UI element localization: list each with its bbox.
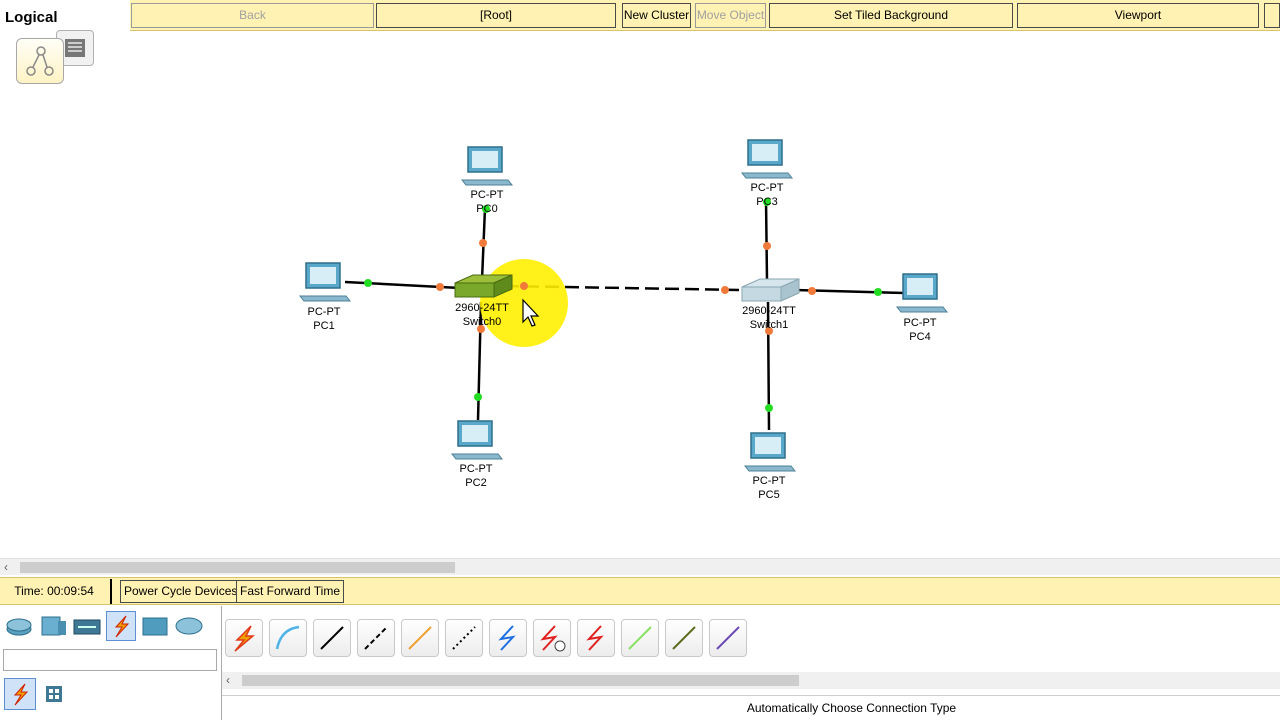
octal-icon[interactable] [621,619,659,657]
connections-icon[interactable] [106,611,136,641]
coaxial-icon[interactable] [489,619,527,657]
new-cluster-button[interactable]: New Cluster [622,3,691,28]
phone-icon[interactable] [445,619,483,657]
tiled-background-button[interactable]: Set Tiled Background [769,3,1013,28]
switch0-model: 2960-24TT [455,302,509,314]
pc0-label: PC-PT PC0 [447,188,527,216]
iot-custom-icon[interactable] [665,619,703,657]
connection-type-panel: ‹ Automatically Choose Connection Type [221,606,1280,720]
switch1-model: 2960-24TT [742,305,796,317]
pc2-name: PC2 [465,477,487,489]
device-search-input[interactable] [3,649,217,671]
pc0-name: PC0 [476,203,498,215]
status-divider [110,579,112,604]
viewport-button[interactable]: Viewport [1017,3,1259,28]
switches-icon[interactable] [38,611,68,641]
move-object-button[interactable]: Move Object [695,3,766,28]
pc4-model: PC-PT [903,317,937,329]
serial-dte-icon[interactable] [577,619,615,657]
pc4-label: PC-PT PC4 [880,316,960,344]
root-button[interactable]: [Root] [376,3,616,28]
pc4-icon [895,273,949,313]
pc1-name: PC1 [313,320,335,332]
pc1-label: PC-PT PC1 [284,305,364,333]
fast-forward-button[interactable]: Fast Forward Time [236,580,345,603]
realtime-status-bar: Time: 00:09:54 Power Cycle Devices Fast … [0,577,1280,605]
connection-scrollbar[interactable]: ‹ [222,672,1280,689]
copper-cross-over-icon[interactable] [357,619,395,657]
switch1-name: Switch1 [749,319,789,331]
pc2-label: PC-PT PC2 [436,462,516,490]
serial-dce-icon[interactable] [533,619,571,657]
pc3-label: PC-PT PC3 [727,181,807,209]
fiber-icon[interactable] [401,619,439,657]
pc5-label: PC-PT PC5 [729,474,809,502]
automatic-connection-icon[interactable] [225,619,263,657]
routers-icon[interactable] [4,611,34,641]
topology-canvas[interactable] [0,31,1280,558]
switch1-icon [741,278,800,302]
link-pc3-switch1 [764,199,769,281]
pc5-icon [743,432,797,472]
pc1-icon [298,262,352,302]
workspace-scroll-thumb[interactable] [20,562,455,573]
pc3-model: PC-PT [750,182,784,194]
copper-straight-through-icon[interactable] [313,619,351,657]
pc0-model: PC-PT [470,189,504,201]
console-cable-icon[interactable] [269,619,307,657]
connection-type-description: Automatically Choose Connection Type [222,695,1280,720]
back-button[interactable]: Back [131,3,374,28]
end-devices-icon[interactable] [140,611,170,641]
switch0-name: Switch0 [462,316,502,328]
pc0-icon [460,146,514,186]
device-toolbox: ‹ Automatically Choose Connection Type [0,606,1280,720]
extra-toolbar-button[interactable] [1264,3,1280,28]
scroll-left-icon[interactable]: ‹ [4,560,8,574]
power-cycle-button[interactable]: Power Cycle Devices [120,580,242,603]
pc2-icon [450,420,504,460]
wan-emulation-icon[interactable] [174,611,204,641]
pc5-name: PC5 [758,489,780,501]
usb-icon[interactable] [709,619,747,657]
auto-connection-sub-icon[interactable] [4,678,36,710]
switch0-label: 2960-24TT Switch0 [442,301,522,329]
logical-workspace[interactable]: PC-PT PC0 PC-PT PC1 PC-PT PC2 PC-PT PC3 PC-P… [0,31,1280,558]
pc5-model: PC-PT [752,475,786,487]
logical-toolbar: Logical Back [Root] New Cluster Move Obj… [0,0,1280,31]
pc2-model: PC-PT [459,463,493,475]
pc3-icon [740,139,794,179]
pc4-name: PC4 [909,331,931,343]
switch1-label: 2960-24TT Switch1 [729,304,809,332]
workspace-scrollbar[interactable]: ‹ [0,558,1280,575]
connection-scroll-thumb[interactable] [242,675,799,686]
hubs-icon[interactable] [72,611,102,641]
pc3-name: PC3 [756,196,778,208]
grid-view-icon[interactable] [38,678,70,710]
conn-scroll-left-icon[interactable]: ‹ [226,673,230,687]
pc1-model: PC-PT [307,306,341,318]
simulation-time: Time: 00:09:54 [14,584,94,598]
logical-tab[interactable]: Logical [0,0,130,31]
